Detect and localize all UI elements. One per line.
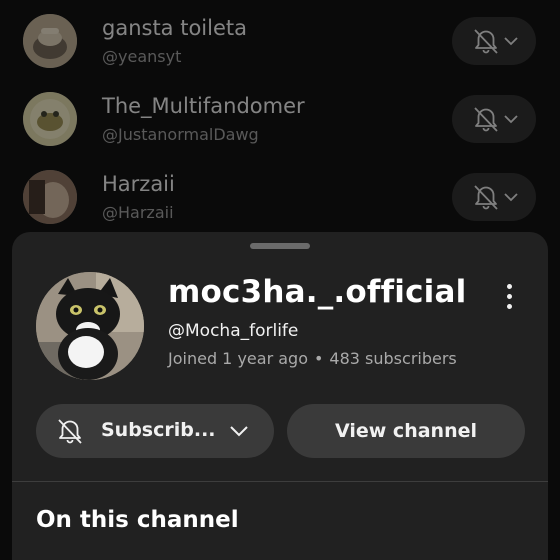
- more-vertical-icon: [507, 284, 512, 289]
- divider: [12, 481, 548, 482]
- subscription-name: Harzaii: [102, 172, 175, 196]
- notification-settings-button[interactable]: [452, 173, 536, 221]
- channel-avatar[interactable]: [36, 272, 144, 380]
- meta-separator: •: [313, 349, 324, 368]
- subscriber-count: 483 subscribers: [329, 349, 457, 368]
- subscriptions-list: gansta toileta @yeansyt The_Multifandome…: [0, 0, 560, 240]
- avatar[interactable]: [23, 92, 77, 146]
- more-vertical-icon: [507, 294, 512, 299]
- subscribed-button[interactable]: Subscrib...: [36, 404, 274, 458]
- notification-settings-button[interactable]: [452, 95, 536, 143]
- subscribe-label: Subscrib...: [101, 419, 216, 441]
- channel-name: moc3ha._.official: [168, 274, 467, 310]
- sheet-drag-handle[interactable]: [250, 243, 310, 249]
- joined-date: Joined 1 year ago: [168, 349, 308, 368]
- subscription-row[interactable]: gansta toileta @yeansyt: [0, 0, 560, 70]
- subscription-row[interactable]: The_Multifandomer @JustanormalDawg: [0, 78, 560, 148]
- bell-off-icon: [58, 419, 82, 444]
- bell-off-icon: [474, 185, 518, 210]
- bell-off-icon: [474, 107, 518, 132]
- channel-handle: @Mocha_forlife: [168, 321, 299, 341]
- subscription-name: The_Multifandomer: [102, 94, 305, 118]
- subscription-handle: @Harzaii: [102, 203, 174, 222]
- view-channel-button[interactable]: View channel: [287, 404, 525, 458]
- cat-photo: [36, 272, 144, 380]
- more-options-button[interactable]: [494, 276, 524, 316]
- screen: gansta toileta @yeansyt The_Multifandome…: [0, 0, 560, 560]
- notification-settings-button[interactable]: [452, 17, 536, 65]
- channel-bottom-sheet: moc3ha._.official @Mocha_forlife Joined …: [12, 232, 548, 560]
- subscription-name: gansta toileta: [102, 16, 248, 40]
- subscription-handle: @JustanormalDawg: [102, 125, 259, 144]
- section-title: On this channel: [36, 507, 239, 533]
- avatar[interactable]: [23, 170, 77, 224]
- channel-meta: Joined 1 year ago • 483 subscribers: [168, 349, 457, 368]
- avatar[interactable]: [23, 14, 77, 68]
- chevron-down-icon: [230, 426, 248, 437]
- bell-off-icon: [474, 29, 518, 54]
- more-vertical-icon: [507, 304, 512, 309]
- subscription-handle: @yeansyt: [102, 47, 182, 66]
- subscription-row[interactable]: Harzaii @Harzaii: [0, 156, 560, 226]
